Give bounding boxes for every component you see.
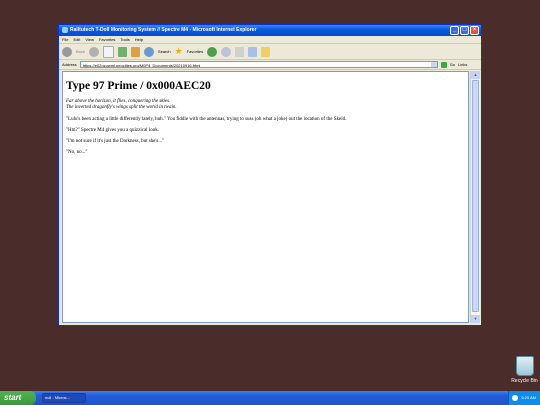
address-bar: Address https://e02ozowml.neocities.org/… [59,60,481,70]
page-content: Type 97 Prime / 0x000AEC20 Far above the… [62,71,469,323]
page-heading: Type 97 Prime / 0x000AEC20 [66,80,211,92]
menu-view[interactable]: View [85,36,94,43]
paragraph-4: "No, no..." [66,150,88,155]
scroll-up-icon[interactable]: ▲ [471,71,480,79]
search-label[interactable]: Search [158,49,171,54]
epigraph-line-1: Far above the horizon, it flies, conquer… [66,99,171,104]
epigraph: Far above the horizon, it flies, conquer… [66,99,468,111]
address-input[interactable]: https://e02ozowml.neocities.org/M0P4_Doc… [79,61,438,68]
paragraph-1: "Lulu's been acting a little differently… [66,117,347,122]
recycle-bin-icon[interactable] [515,356,534,376]
epigraph-line-2: The inverted dragonfly's wings split the… [66,105,177,110]
clock: 5:20 AM [521,395,536,400]
menu-file[interactable]: File [62,36,68,43]
favorites-label[interactable]: Favorites [187,49,203,54]
search-icon[interactable] [143,46,154,57]
media-icon[interactable] [207,46,218,57]
tray-icon[interactable] [512,395,518,401]
recycle-bin-label: Recycle Bin [511,378,538,384]
vertical-scrollbar[interactable]: ▲ ▼ [470,71,480,323]
refresh-icon[interactable] [117,46,127,57]
history-icon[interactable] [221,46,232,57]
go-button[interactable]: Go [450,62,455,67]
maximize-button[interactable]: □ [460,26,469,35]
minimize-button[interactable]: _ [450,26,459,35]
address-label: Address [62,62,77,67]
menu-favorites[interactable]: Favorites [99,36,115,43]
mail-icon[interactable] [235,46,245,57]
title-bar[interactable]: Railtutech T-Doll Monitoring System // S… [59,25,481,36]
back-label[interactable]: Back [76,49,85,54]
go-arrow-icon[interactable] [440,61,447,68]
menu-bar: File Edit View Favorites Tools Help [59,36,481,44]
scroll-down-icon[interactable]: ▼ [471,315,480,323]
menu-edit[interactable]: Edit [73,36,80,43]
window-title: Railtutech T-Doll Monitoring System // S… [70,27,257,33]
back-icon[interactable] [62,46,72,57]
taskbar-item-ie[interactable]: null - Micros... [42,393,86,403]
system-tray: 5:20 AM [508,391,540,405]
start-button[interactable]: start [0,391,36,405]
favorites-icon[interactable]: ★ [175,46,183,57]
start-label: start [4,393,22,402]
address-url: https://e02ozowml.neocities.org/M0P4_Doc… [82,63,201,68]
browser-window: Railtutech T-Doll Monitoring System // S… [58,24,482,326]
scroll-thumb[interactable] [472,80,479,312]
forward-icon[interactable] [88,46,99,57]
taskbar: start null - Micros... 5:20 AM [0,391,540,405]
print-icon[interactable] [248,46,258,57]
paragraph-2: "Hm?" Spectre M4 gives you a quizzical l… [66,128,159,133]
close-button[interactable]: × [470,26,479,35]
paragraph-3: "I'm not sure if it's just the Darkness,… [66,139,165,144]
home-icon[interactable] [130,46,140,57]
recycle-bin[interactable]: Recycle Bin [509,356,540,384]
menu-tools[interactable]: Tools [120,36,129,43]
links-button[interactable]: Links [458,62,467,67]
address-dropdown-icon[interactable] [430,62,437,67]
taskbar-item-label: null - Micros... [45,395,70,400]
menu-help[interactable]: Help [135,36,143,43]
stop-icon[interactable] [102,45,114,58]
toolbar: Back Search ★ Favorites [59,44,481,60]
ie-icon [62,26,68,33]
folder-icon[interactable] [261,46,271,57]
